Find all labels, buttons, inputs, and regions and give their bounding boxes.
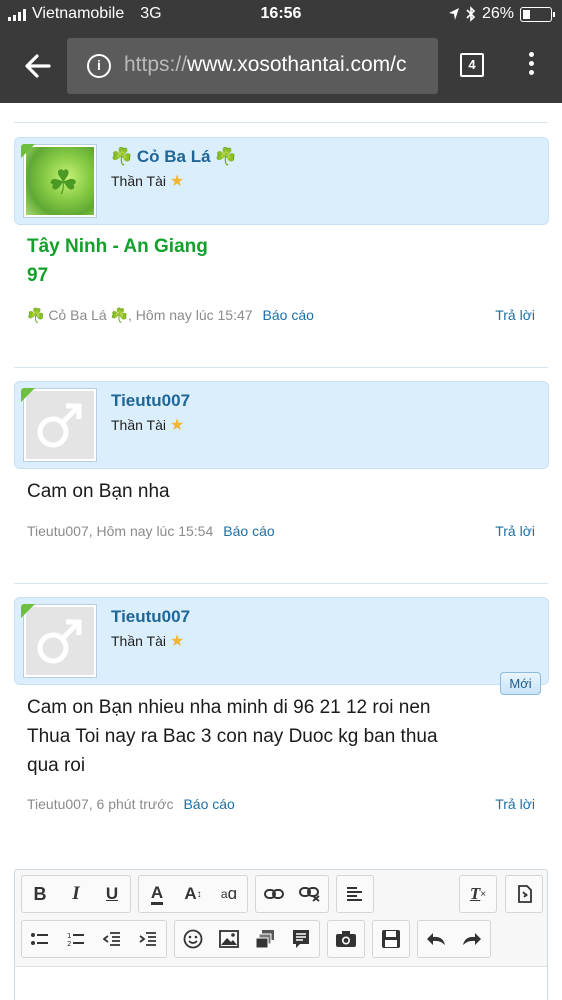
user-info: Tieutu007 Thần Tài ★ xyxy=(14,597,549,685)
align-group xyxy=(336,875,374,913)
link-icon[interactable] xyxy=(256,876,292,912)
url-scheme: https:// xyxy=(124,53,188,76)
save-draft-icon[interactable] xyxy=(373,921,409,957)
indent-icon[interactable] xyxy=(130,921,166,957)
report-link[interactable]: Báo cáo xyxy=(263,307,314,323)
male-symbol-icon xyxy=(37,403,82,448)
user-info: ☘ ☘️ Cỏ Ba Lá ☘️ Thần Tài ★ xyxy=(14,137,549,225)
message-line: Thua Toi nay ra Bac 3 con nay Duoc kg ba… xyxy=(27,726,438,747)
overflow-menu-icon[interactable] xyxy=(524,52,538,82)
history-group xyxy=(417,920,491,958)
username[interactable]: Tieutu007 xyxy=(111,607,190,627)
underline-button[interactable]: U xyxy=(94,876,130,912)
clear-format-group: T × xyxy=(459,875,497,913)
post-author-time: ☘️ Cỏ Ba Lá ☘️, Hôm nay lúc 15:47 xyxy=(27,307,253,323)
list-group: 12 xyxy=(21,920,167,958)
star-icon: ★ xyxy=(169,417,185,434)
tab-count-button[interactable]: 4 xyxy=(460,53,484,77)
message-line: qua roi xyxy=(27,755,86,776)
link-group xyxy=(255,875,329,913)
camera-group xyxy=(327,920,365,958)
bullet-list-icon[interactable] xyxy=(22,921,58,957)
align-icon[interactable] xyxy=(337,876,373,912)
address-bar[interactable]: i https://www.xosothantai.com/c xyxy=(67,38,438,94)
font-size-button[interactable]: A ↕ xyxy=(175,876,211,912)
reply-link[interactable]: Trả lời xyxy=(495,307,535,323)
user-info: Tieutu007 Thần Tài ★ xyxy=(14,381,549,469)
font-color-button[interactable]: A xyxy=(139,876,175,912)
image-icon[interactable] xyxy=(211,921,247,957)
bold-button[interactable]: B xyxy=(22,876,58,912)
message-line: Cam on Bạn nha xyxy=(27,481,170,502)
settings-group xyxy=(505,875,543,913)
font-group: A A ↕ aɑ xyxy=(138,875,248,913)
svg-text:1: 1 xyxy=(67,932,71,940)
divider xyxy=(14,583,548,584)
user-rank: Thần Tài ★ xyxy=(111,633,185,650)
camera-icon[interactable] xyxy=(328,921,364,957)
clover-icon: ☘ xyxy=(48,164,79,202)
username[interactable]: Tieutu007 xyxy=(111,391,190,411)
media-icon[interactable] xyxy=(247,921,283,957)
numbered-list-icon[interactable]: 12 xyxy=(58,921,94,957)
status-bar: Vietnamobile 3G 16:56 26% xyxy=(0,0,562,30)
redo-icon[interactable] xyxy=(454,921,490,957)
report-link[interactable]: Báo cáo xyxy=(183,796,234,812)
user-rank: Thần Tài ★ xyxy=(111,417,185,434)
divider xyxy=(14,367,548,368)
user-rank: Thần Tài ★ xyxy=(111,173,185,190)
reply-editor: B I U A A ↕ aɑ T × 1 2 xyxy=(14,869,548,1000)
message-line: Cam on Bạn nhieu nha minh di 96 21 12 ro… xyxy=(27,697,431,718)
text-style-group: B I U xyxy=(21,875,131,913)
message-line: 97 xyxy=(27,265,49,286)
undo-icon[interactable] xyxy=(418,921,454,957)
battery-percent: 26% xyxy=(481,5,514,22)
male-symbol-icon xyxy=(37,619,82,664)
save-group xyxy=(372,920,410,958)
italic-button[interactable]: I xyxy=(58,876,94,912)
thread-content: ☘ ☘️ Cỏ Ba Lá ☘️ Thần Tài ★ Tây Ninh - A… xyxy=(0,103,562,1000)
svg-text:2: 2 xyxy=(67,940,71,947)
reply-textarea[interactable] xyxy=(15,966,547,1000)
online-indicator xyxy=(21,604,35,618)
new-post-badge: Mới xyxy=(500,672,541,695)
info-icon[interactable]: i xyxy=(87,54,111,78)
reply-link[interactable]: Trả lời xyxy=(495,796,535,812)
divider xyxy=(14,122,548,123)
battery-icon xyxy=(520,6,555,22)
post-meta: ☘️ Cỏ Ba Lá ☘️, Hôm nay lúc 15:47 Báo cáo xyxy=(27,307,314,324)
post-meta: Tieutu007, Hôm nay lúc 15:54 Báo cáo xyxy=(27,523,275,539)
font-family-button[interactable]: aɑ xyxy=(211,876,247,912)
clear-format-icon[interactable]: T × xyxy=(460,876,496,912)
star-icon: ★ xyxy=(169,173,185,190)
back-arrow-icon[interactable] xyxy=(22,50,54,82)
username[interactable]: ☘️ Cỏ Ba Lá ☘️ xyxy=(111,147,236,167)
url-host: www.xosothantai.com/c xyxy=(187,53,407,76)
unlink-icon[interactable] xyxy=(292,876,328,912)
smiley-icon[interactable] xyxy=(175,921,211,957)
browser-chrome: Vietnamobile 3G 16:56 26% i https://www.… xyxy=(0,0,562,103)
bluetooth-icon xyxy=(466,6,476,22)
wrench-icon[interactable] xyxy=(506,876,542,912)
online-indicator xyxy=(21,388,35,402)
report-link[interactable]: Báo cáo xyxy=(223,523,274,539)
post-meta: Tieutu007, 6 phút trước Báo cáo xyxy=(27,796,235,812)
location-icon xyxy=(448,8,459,20)
post-author-time: Tieutu007, Hôm nay lúc 15:54 xyxy=(27,523,214,539)
quote-icon[interactable] xyxy=(283,921,319,957)
message-line: Tây Ninh - An Giang xyxy=(27,236,208,257)
outdent-icon[interactable] xyxy=(94,921,130,957)
browser-toolbar: i https://www.xosothantai.com/c 4 xyxy=(0,30,562,103)
post-author-time: Tieutu007, 6 phút trước xyxy=(27,796,174,812)
insert-group xyxy=(174,920,320,958)
reply-link[interactable]: Trả lời xyxy=(495,523,535,539)
star-icon: ★ xyxy=(169,633,185,650)
online-indicator xyxy=(21,144,35,158)
